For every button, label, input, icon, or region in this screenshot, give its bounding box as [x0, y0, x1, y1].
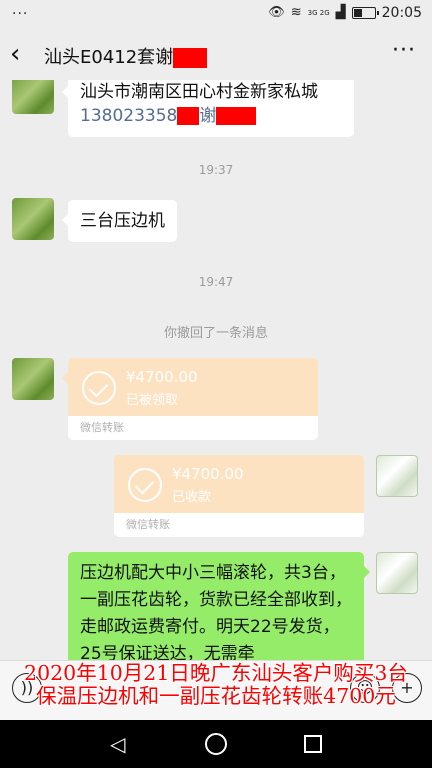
more-options-icon[interactable]: ···	[392, 38, 416, 63]
chat-title-text: 汕头E0412套谢	[44, 47, 174, 68]
transfer-card-top: ¥4700.00 已收款	[114, 455, 364, 513]
back-triangle-icon[interactable]: ◁	[110, 732, 125, 756]
signal-icon: ▟	[335, 5, 346, 20]
caption-line-2: 保温压边机和一副压花齿轮转账4700元	[36, 684, 396, 708]
my-avatar[interactable]	[376, 455, 418, 497]
clock: 20:05	[381, 5, 422, 21]
reply-text: 压边机配大中小三幅滚轮，共3台，一副压花齿轮，货款已经全部收到，走邮政运费寄付。…	[80, 563, 352, 664]
chat-title: 汕头E0412套谢	[44, 43, 208, 69]
transfer-amount: ¥4700.00	[126, 368, 198, 386]
phone-number[interactable]: 138023358	[80, 106, 177, 126]
transfer-amount: ¥4700.00	[172, 465, 244, 483]
timestamp: 19:37	[198, 163, 234, 177]
back-arrow-icon[interactable]: ‹	[10, 40, 34, 70]
check-circle-icon	[82, 371, 116, 405]
caption-overlay: 2020年10月21日晚广东汕头客户购买3台 保温压边机和一副压花齿轮转账470…	[0, 662, 432, 708]
contact-avatar[interactable]	[12, 198, 54, 240]
redaction-block	[216, 107, 257, 125]
chat-area[interactable]: 汕头市潮南区田心村金新家私城 138023358 谢 19:37 三台压边机 19…	[0, 80, 432, 710]
transfer-status: 已被领取	[126, 393, 179, 408]
redaction-block	[177, 107, 200, 125]
timestamp: 19:47	[198, 275, 234, 289]
phone-name: 谢	[199, 106, 217, 126]
contact-avatar[interactable]	[12, 80, 54, 114]
phone-line: 138023358 谢	[80, 104, 342, 128]
address-text: 汕头市潮南区田心村金新家私城	[80, 82, 318, 102]
check-circle-icon	[128, 468, 162, 502]
my-avatar[interactable]	[376, 552, 418, 594]
status-bar: ··· 👁 ≋ 3G 2G ▟ 20:05	[0, 0, 432, 30]
reply-message[interactable]: 压边机配大中小三幅滚轮，共3台，一副压花齿轮，货款已经全部收到，走邮政运费寄付。…	[68, 552, 370, 676]
caption-line-1: 2020年10月21日晚广东汕头客户购买3台	[24, 661, 408, 685]
home-circle-icon[interactable]	[205, 733, 227, 755]
wifi-icon: ≋	[290, 5, 302, 20]
transfer-card-sent[interactable]: ¥4700.00 已收款 微信转账	[114, 455, 364, 537]
transfer-card-received[interactable]: ¥4700.00 已被领取 微信转账	[62, 358, 318, 440]
transfer-card-top: ¥4700.00 已被领取	[68, 358, 318, 416]
battery-icon	[351, 7, 379, 19]
message-text: 三台压边机	[80, 211, 165, 231]
recall-notice: 你撤回了一条消息	[163, 326, 268, 341]
text-message[interactable]: 三台压边机	[62, 200, 177, 242]
navigation-bar: ◁	[0, 720, 432, 768]
recent-apps-icon[interactable]	[304, 735, 322, 753]
battery-fill	[353, 9, 362, 17]
transfer-label: 微信转账	[114, 513, 364, 537]
eye-icon: 👁	[268, 5, 285, 20]
contact-avatar[interactable]	[12, 358, 54, 400]
chat-header: ‹ 汕头E0412套谢 ···	[0, 30, 432, 80]
address-message[interactable]: 汕头市潮南区田心村金新家私城 138023358 谢	[62, 80, 354, 137]
transfer-label: 微信转账	[68, 416, 318, 440]
network-label: 3G 2G	[307, 8, 330, 17]
redaction-block	[173, 48, 208, 68]
transfer-status: 已收款	[172, 490, 212, 505]
status-icons: 👁 ≋ 3G 2G ▟ 20:05	[268, 5, 422, 21]
notification-dots: ···	[12, 6, 29, 22]
